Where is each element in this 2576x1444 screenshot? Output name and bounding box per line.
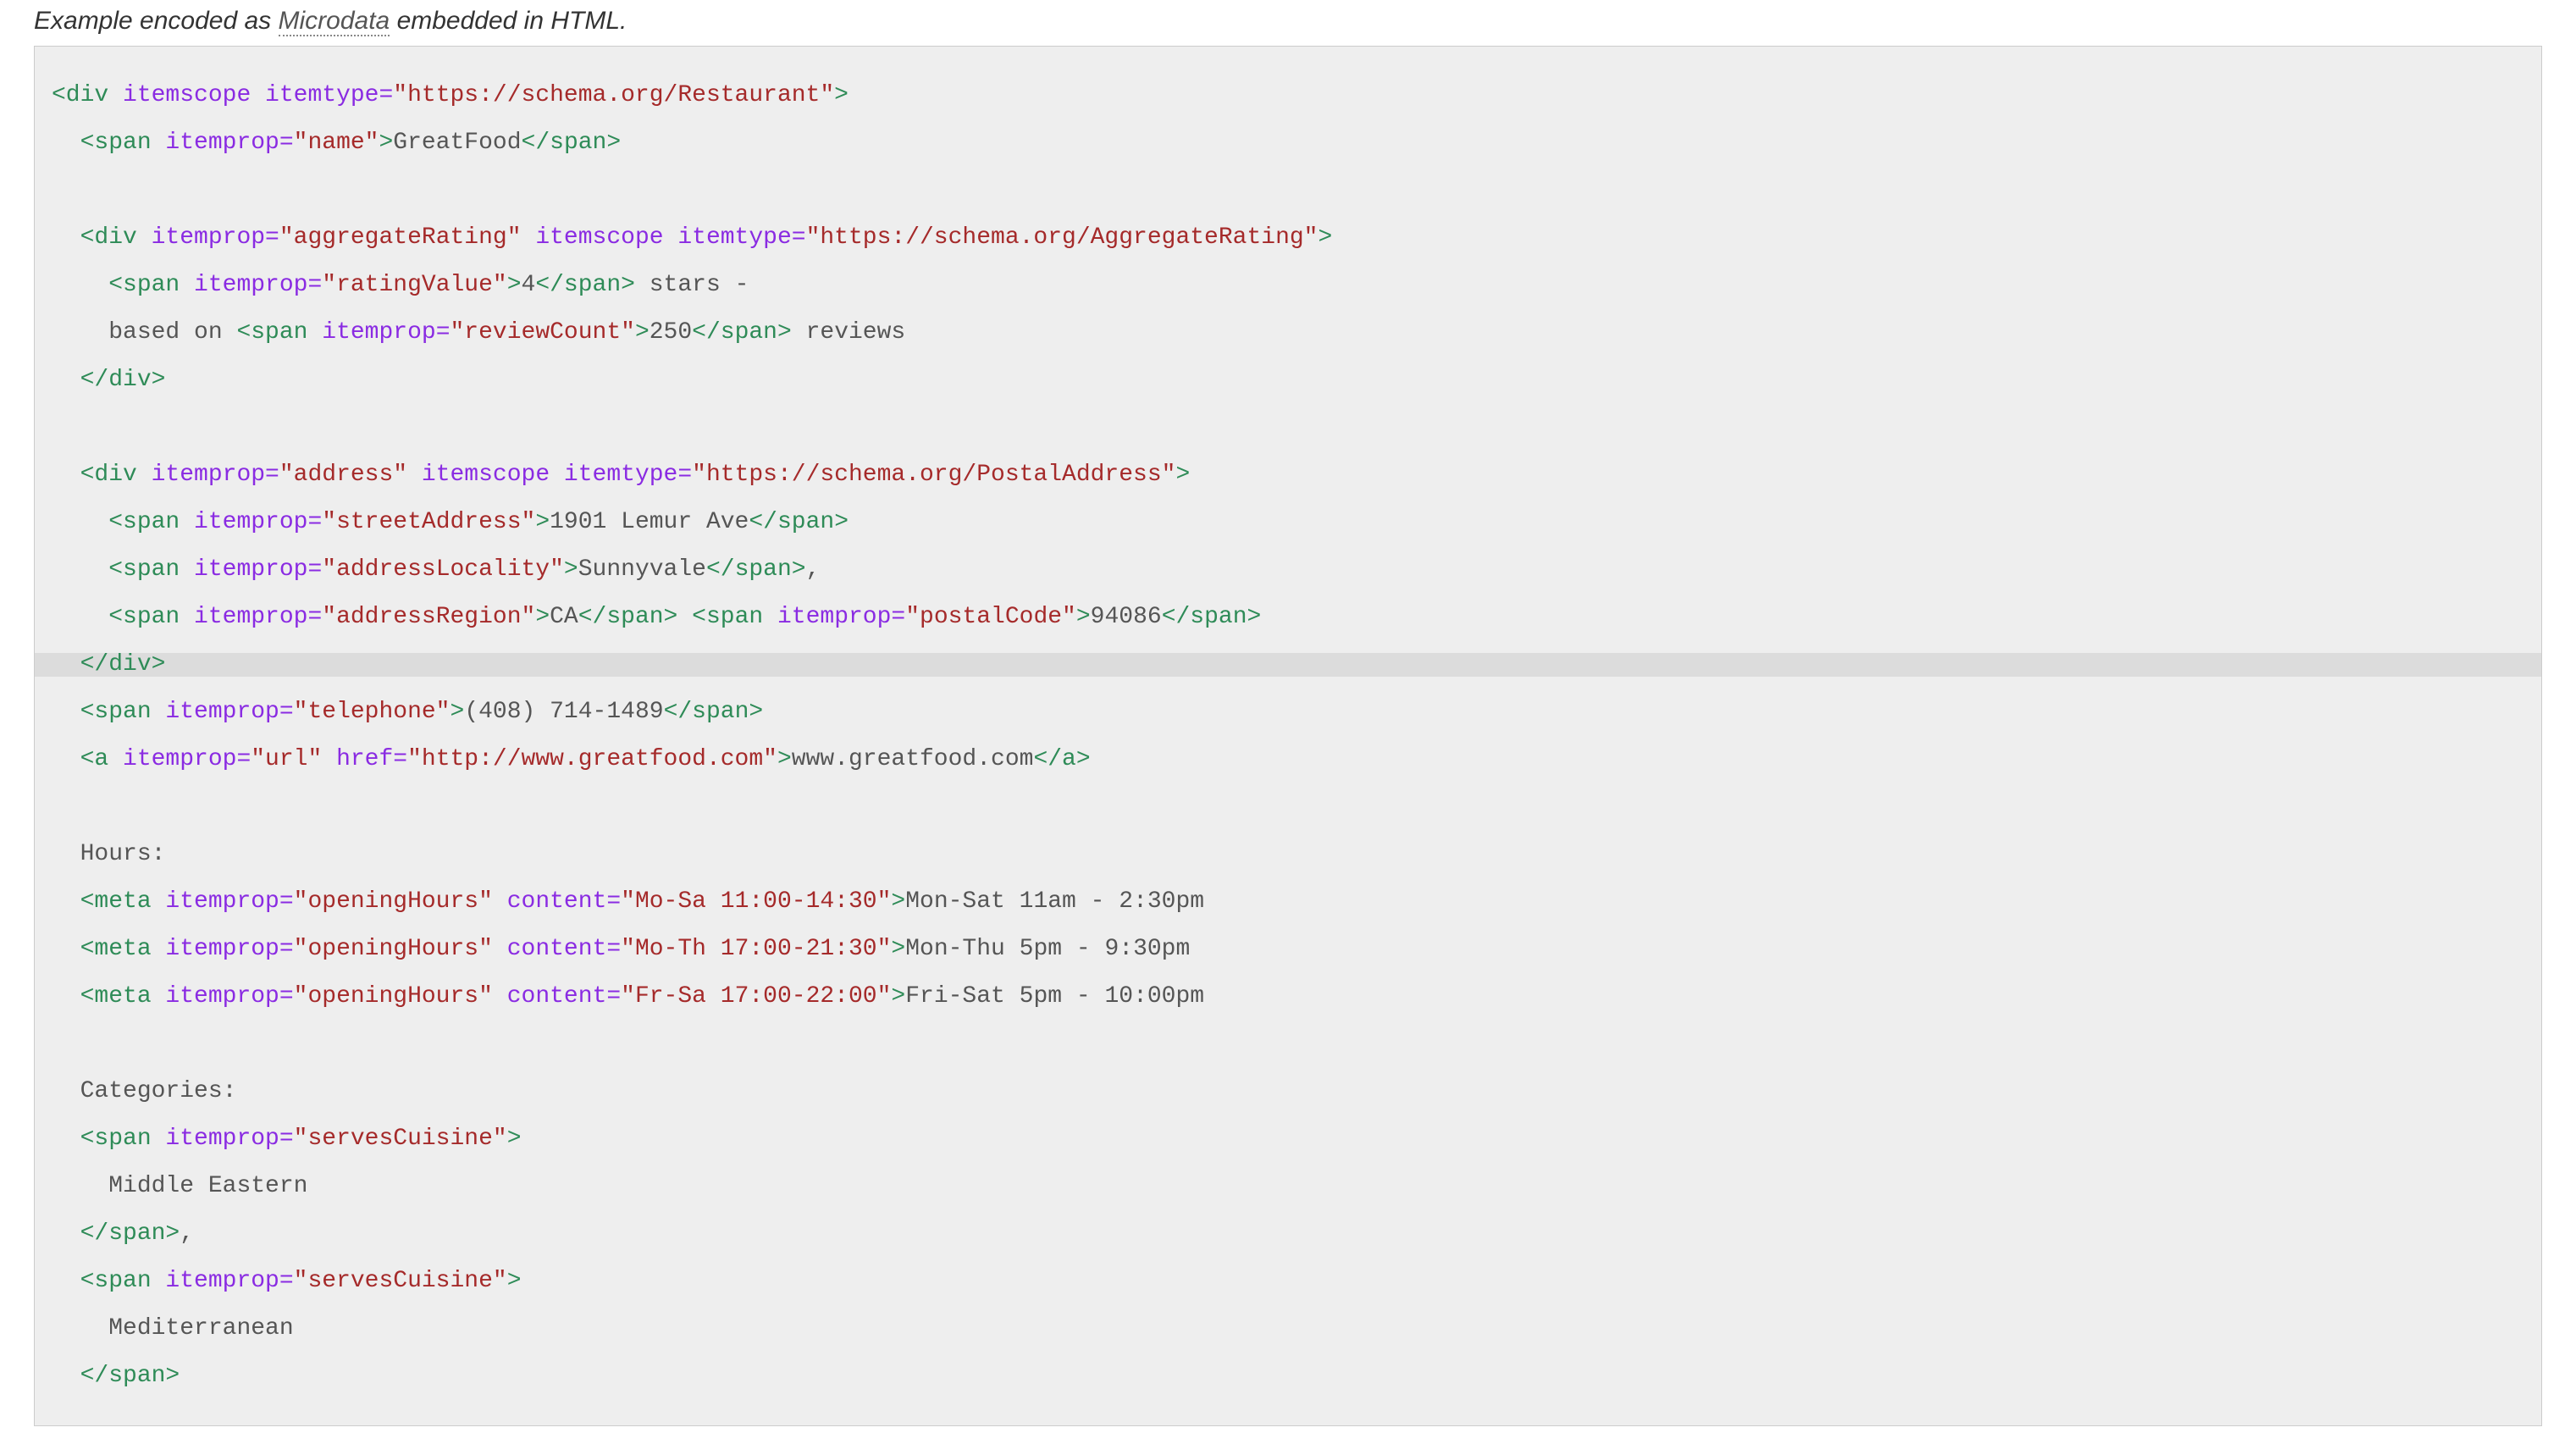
code-line — [52, 1032, 2524, 1056]
code-line: <div itemprop="aggregateRating" itemscop… — [52, 226, 2524, 250]
code-line-highlighted: </div> — [35, 653, 2541, 677]
code-line: Middle Eastern — [52, 1175, 2524, 1198]
code-line: <span itemprop="servesCuisine"> — [52, 1270, 2524, 1293]
code-line: Hours: — [52, 843, 2524, 866]
code-line: <span itemprop="ratingValue">4</span> st… — [52, 274, 2524, 297]
code-line: <span itemprop="name">GreatFood</span> — [52, 131, 2524, 155]
code-line: <span itemprop="addressLocality">Sunnyva… — [52, 558, 2524, 582]
code-line: </span>, — [52, 1222, 2524, 1246]
code-line — [52, 795, 2524, 819]
code-line — [52, 416, 2524, 440]
code-line: <span itemprop="addressRegion">CA</span>… — [52, 606, 2524, 629]
code-line: </div> — [52, 368, 2524, 392]
code-line: <div itemprop="address" itemscope itemty… — [52, 463, 2524, 487]
code-block: <div itemscope itemtype="https://schema.… — [34, 46, 2542, 1426]
code-line: <meta itemprop="openingHours" content="M… — [52, 938, 2524, 961]
code-line — [52, 179, 2524, 202]
code-line: based on <span itemprop="reviewCount">25… — [52, 321, 2524, 345]
code-line: <div itemscope itemtype="https://schema.… — [52, 84, 2524, 108]
caption: Example encoded as Microdata embedded in… — [0, 0, 2576, 46]
code-line: <span itemprop="servesCuisine"> — [52, 1127, 2524, 1151]
code-line: <meta itemprop="openingHours" content="M… — [52, 890, 2524, 914]
microdata-link[interactable]: Microdata — [279, 7, 390, 36]
code-line: <meta itemprop="openingHours" content="F… — [52, 985, 2524, 1009]
code-line: <a itemprop="url" href="http://www.great… — [52, 748, 2524, 772]
caption-prefix: Example encoded as — [34, 7, 279, 35]
code-line: Categories: — [52, 1080, 2524, 1104]
code-line: <span itemprop="telephone">(408) 714-148… — [52, 700, 2524, 724]
code-line: Mediterranean — [52, 1317, 2524, 1341]
caption-suffix: embedded in HTML. — [390, 7, 627, 35]
code-line: <span itemprop="streetAddress">1901 Lemu… — [52, 511, 2524, 534]
code-line: </span> — [52, 1364, 2524, 1388]
